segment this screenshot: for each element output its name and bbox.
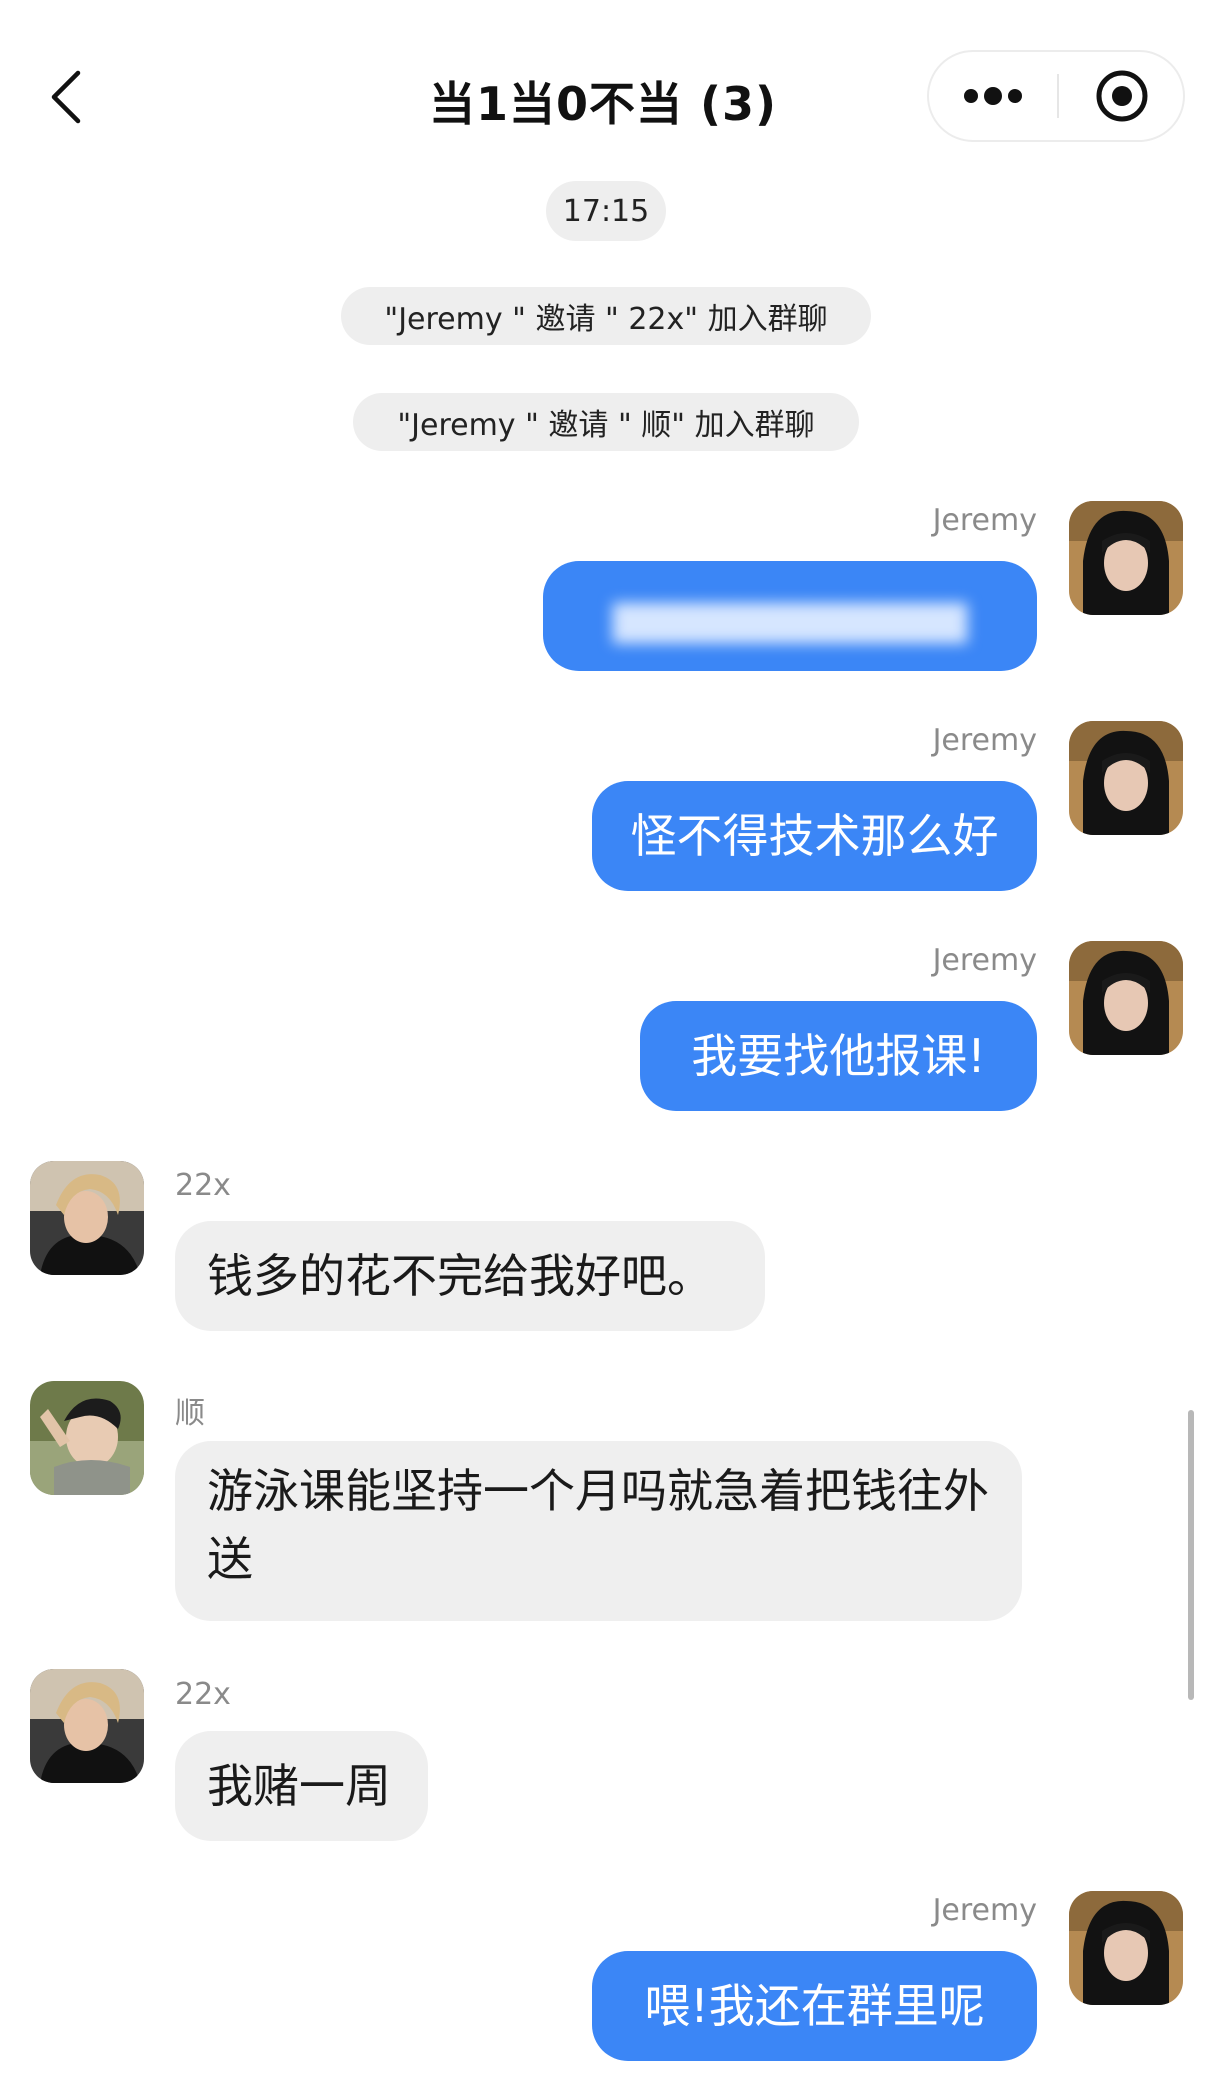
more-button[interactable] [929, 52, 1057, 140]
timestamp-pill: 17:15 [546, 181, 666, 241]
target-icon [1096, 70, 1148, 122]
scrollbar[interactable] [1188, 1410, 1194, 1700]
system-message-invite-shun: "Jeremy " 邀请 " 顺" 加入群聊 [353, 393, 859, 451]
message-bubble[interactable]: 钱多的花不完给我好吧。 [175, 1221, 765, 1331]
mini-program-capsule [927, 50, 1185, 142]
message-bubble[interactable]: 游泳课能坚持一个月吗就急着把钱往外送 [175, 1441, 1022, 1621]
sender-name: 22x [175, 1168, 231, 1203]
avatar-22x[interactable] [30, 1161, 144, 1275]
message-bubble[interactable]: 喂!我还在群里呢 [592, 1951, 1037, 2061]
avatar-jeremy[interactable] [1069, 1891, 1183, 2005]
message-bubble-blurred[interactable]: ▆▆▆▆▆▆▆▆▆▆ [543, 561, 1037, 671]
message-bubble[interactable]: 我要找他报课! [640, 1001, 1037, 1111]
sender-name: Jeremy [932, 503, 1037, 538]
blurred-message-text: ▆▆▆▆▆▆▆▆▆▆ [613, 589, 967, 643]
chat-screen: 当1当0不当 (3) 17:15 "Jeremy " 邀请 " 22x" 加入群… [0, 0, 1206, 2078]
message-bubble[interactable]: 怪不得技术那么好 [592, 781, 1037, 891]
avatar-jeremy[interactable] [1069, 501, 1183, 615]
sender-name: Jeremy [932, 1893, 1037, 1928]
system-message-invite-22x: "Jeremy " 邀请 " 22x" 加入群聊 [341, 287, 871, 345]
message-bubble[interactable]: 我赌一周 [175, 1731, 428, 1841]
close-capsule-button[interactable] [1059, 52, 1185, 140]
avatar-jeremy[interactable] [1069, 721, 1183, 835]
sender-name: 顺 [175, 1396, 205, 1431]
avatar-jeremy[interactable] [1069, 941, 1183, 1055]
more-dots-icon [964, 87, 1022, 105]
sender-name: 22x [175, 1677, 231, 1712]
sender-name: Jeremy [932, 723, 1037, 758]
avatar-22x[interactable] [30, 1669, 144, 1783]
sender-name: Jeremy [932, 943, 1037, 978]
avatar-shun[interactable] [30, 1381, 144, 1495]
